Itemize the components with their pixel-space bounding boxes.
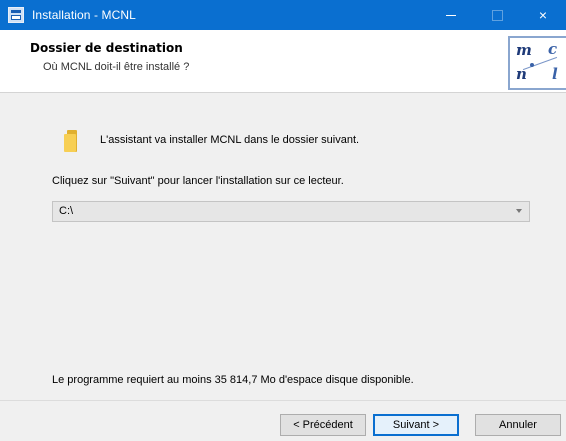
wizard-header: Dossier de destination Où MCNL doit-il ê… — [0, 30, 566, 93]
destination-path-value: C:\ — [59, 205, 74, 217]
logo-letter: l — [552, 65, 558, 83]
close-button[interactable]: × — [520, 0, 566, 30]
window-title: Installation - MCNL — [32, 8, 136, 22]
logo-dot — [530, 63, 534, 67]
title-bar[interactable]: Installation - MCNL × — [0, 0, 566, 30]
folder-icon — [64, 130, 80, 152]
minimize-button[interactable] — [428, 0, 474, 30]
logo-letter: n — [516, 65, 527, 83]
maximize-icon — [491, 9, 503, 21]
logo-letter: c — [548, 40, 558, 58]
minimize-icon — [446, 14, 456, 16]
mcnl-logo: m c n l — [508, 36, 566, 90]
back-button[interactable]: < Précédent — [280, 414, 366, 436]
destination-path-combobox[interactable]: C:\ — [52, 201, 530, 222]
button-divider — [0, 400, 566, 401]
installer-window: Installation - MCNL × Dossier de destina… — [0, 0, 566, 441]
intro-text: L'assistant va installer MCNL dans le do… — [100, 134, 360, 146]
page-title: Dossier de destination — [30, 41, 183, 55]
cancel-button[interactable]: Annuler — [475, 414, 561, 436]
page-subtitle: Où MCNL doit-il être installé ? — [43, 61, 190, 73]
disk-space-text: Le programme requiert au moins 35 814,7 … — [52, 374, 414, 386]
logo-letter: m — [516, 41, 532, 59]
instruction-text: Cliquez sur "Suivant" pour lancer l'inst… — [52, 175, 344, 187]
chevron-down-icon[interactable] — [516, 209, 522, 213]
close-icon: × — [538, 7, 548, 23]
installer-app-icon — [8, 7, 24, 23]
maximize-button — [474, 0, 520, 30]
next-button[interactable]: Suivant > — [373, 414, 459, 436]
